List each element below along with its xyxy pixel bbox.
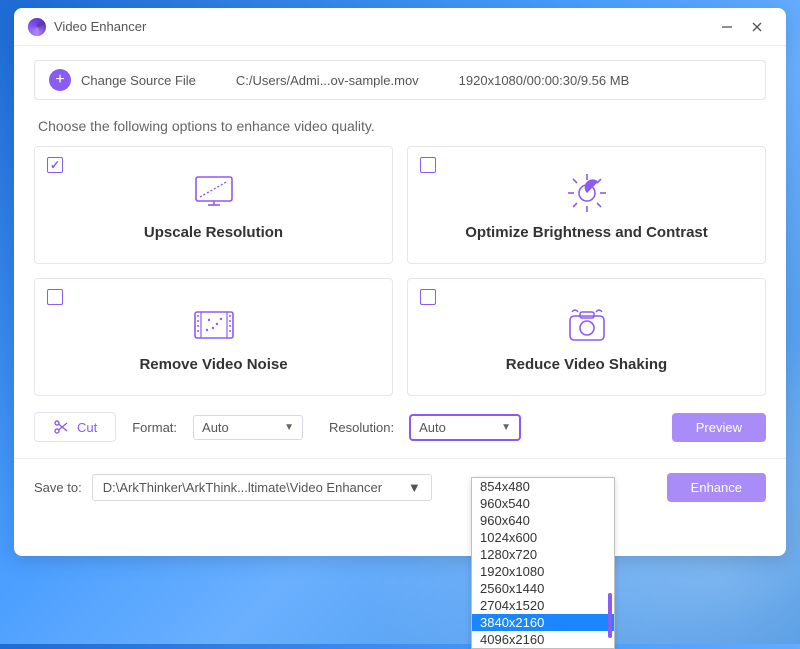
enhance-label: Enhance [691,480,742,495]
card-optimize-brightness[interactable]: Optimize Brightness and Contrast [407,146,766,264]
chevron-down-icon: ▼ [408,480,421,495]
checkbox-brightness[interactable] [420,157,436,173]
change-source-label: Change Source File [81,73,196,88]
camera-shake-icon [562,302,612,348]
save-path-select[interactable]: D:\ArkThinker\ArkThink...ltimate\Video E… [92,474,432,501]
source-file-bar: + Change Source File C:/Users/Admi...ov-… [34,60,766,100]
scissors-icon [53,419,69,435]
resolution-select[interactable]: Auto ▼ [410,415,520,440]
save-row: Save to: D:\ArkThinker\ArkThink...ltimat… [34,473,766,502]
resolution-option[interactable]: 1280x720 [472,546,614,563]
enhance-button[interactable]: Enhance [667,473,766,502]
minimize-button[interactable] [712,12,742,42]
video-enhancer-window: Video Enhancer + Change Source File C:/U… [14,8,786,556]
controls-row: Cut Format: Auto ▼ Resolution: Auto ▼ Pr… [34,412,766,442]
source-info: 1920x1080/00:00:30/9.56 MB [459,73,630,88]
chevron-down-icon: ▼ [501,422,511,433]
card-remove-noise[interactable]: Remove Video Noise [34,278,393,396]
resolution-option[interactable]: 2704x1520 [472,597,614,614]
resolution-dropdown[interactable]: 854x480960x540960x6401024x6001280x720192… [471,477,615,649]
resolution-label: Resolution: [329,420,394,435]
scrollbar-thumb[interactable] [608,593,612,638]
resolution-option[interactable]: 3840x2160 [472,614,614,631]
format-value: Auto [202,420,229,435]
palette-icon [28,18,46,36]
resolution-option[interactable]: 4096x2160 [472,631,614,648]
card-title: Optimize Brightness and Contrast [465,224,708,241]
card-upscale-resolution[interactable]: Upscale Resolution [34,146,393,264]
source-path: C:/Users/Admi...ov-sample.mov [236,73,419,88]
titlebar: Video Enhancer [14,8,786,46]
card-reduce-shaking[interactable]: Reduce Video Shaking [407,278,766,396]
instruction-text: Choose the following options to enhance … [38,118,762,134]
card-title: Remove Video Noise [139,356,287,373]
resolution-option[interactable]: 854x480 [472,478,614,495]
checkbox-upscale[interactable] [47,157,63,173]
card-title: Upscale Resolution [144,224,283,241]
brightness-icon [564,170,610,216]
cut-button[interactable]: Cut [34,412,116,442]
save-to-label: Save to: [34,480,82,495]
format-label: Format: [132,420,177,435]
save-path: D:\ArkThinker\ArkThink...ltimate\Video E… [103,480,382,495]
monitor-upscale-icon [190,170,238,216]
resolution-option[interactable]: 960x540 [472,495,614,512]
divider [14,458,786,459]
preview-button[interactable]: Preview [672,413,766,442]
checkbox-shaking[interactable] [420,289,436,305]
resolution-option[interactable]: 1024x600 [472,529,614,546]
change-source-button[interactable]: + Change Source File [49,69,196,91]
checkbox-noise[interactable] [47,289,63,305]
resolution-option[interactable]: 960x640 [472,512,614,529]
enhancement-options: Upscale Resolution [34,146,766,396]
film-noise-icon [189,302,239,348]
window-title: Video Enhancer [54,19,712,34]
preview-label: Preview [696,420,742,435]
resolution-option[interactable]: 2560x1440 [472,580,614,597]
resolution-value: Auto [419,420,446,435]
cut-label: Cut [77,420,97,435]
resolution-option[interactable]: 1920x1080 [472,563,614,580]
close-button[interactable] [742,12,772,42]
format-select[interactable]: Auto ▼ [193,415,303,440]
card-title: Reduce Video Shaking [506,356,667,373]
chevron-down-icon: ▼ [284,422,294,433]
plus-icon: + [49,69,71,91]
